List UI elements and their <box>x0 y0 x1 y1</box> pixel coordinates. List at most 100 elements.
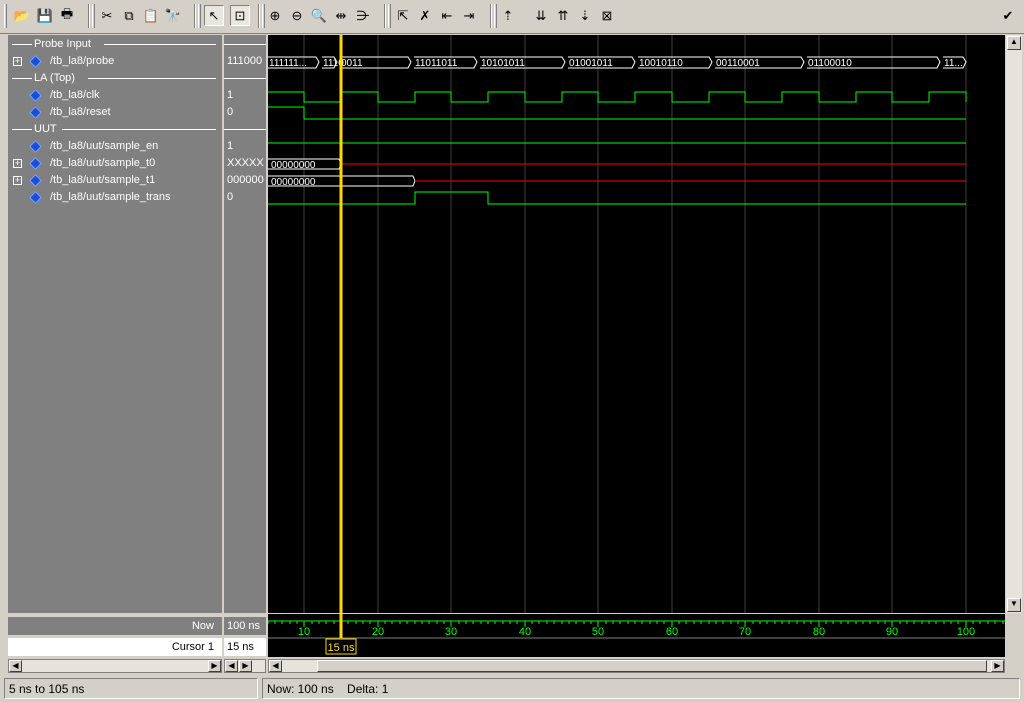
clear-icon[interactable]: ⊠ <box>597 5 617 26</box>
value-divider <box>224 70 266 87</box>
value-reset: 0 <box>227 106 234 118</box>
signal-row-sample-en[interactable]: /tb_la8/uut/sample_en <box>8 138 222 155</box>
toolbar: 📂 💾 🖶 ✂ ⧉ 📋 🔭 ↖ ⊡ ⊕ ⊖ 🔍 ⇹ ⋺ ⇱ ✗ ⇤ ⇥ ⇡ ⇊ ⇈ ⇣ ⊠ ✔ <box>0 0 1024 34</box>
signal-row-sample-trans[interactable]: /tb_la8/uut/sample_trans <box>8 189 222 206</box>
toolbar-separator <box>490 4 492 28</box>
signal-name: /tb_la8/uut/sample_t1 <box>50 174 156 186</box>
time-ruler-canvas[interactable]: 10 20 30 40 50 60 70 80 90 100 15 ns <box>267 614 1005 657</box>
cursor-label[interactable]: Cursor 1 <box>8 638 222 656</box>
ruler-tick-label: 60 <box>666 626 678 638</box>
waveform-canvas[interactable]: 111111... 11100011 11011011 10101011 0100101… <box>268 35 1005 613</box>
find-first-icon[interactable]: ⇡ <box>498 5 518 26</box>
status-delta: Delta: 1 <box>347 682 389 696</box>
zoom-in-icon[interactable]: ⊕ <box>265 5 285 26</box>
delete-cursor-icon[interactable]: ✗ <box>415 5 435 26</box>
toolbar-separator <box>384 4 386 28</box>
scroll-right-icon[interactable]: ▶ <box>991 660 1004 672</box>
signal-diamond-icon <box>29 174 42 187</box>
probe-bus-label: 10101011 <box>481 58 525 69</box>
scroll-left-icon[interactable]: ◀ <box>9 660 22 672</box>
scroll-right-icon[interactable]: ▶ <box>208 660 221 672</box>
reset-wave <box>268 106 966 120</box>
group-divider-la: LA (Top) <box>8 70 222 87</box>
value-clk: 1 <box>227 89 234 101</box>
expand-icon[interactable]: + <box>13 159 22 168</box>
ruler-tick-label: 50 <box>592 626 604 638</box>
signal-name: /tb_la8/clk <box>50 89 100 101</box>
status-range: 5 ns to 105 ns <box>4 678 258 699</box>
zoom-cursor-icon[interactable]: ⇹ <box>331 5 351 26</box>
value-sample-t1: 000000 <box>227 174 264 186</box>
dock-icon[interactable]: ✔ <box>998 5 1018 26</box>
scroll-thumb[interactable] <box>317 660 987 672</box>
ruler-tick-label: 80 <box>813 626 825 638</box>
toolbar-grip[interactable] <box>198 4 201 28</box>
name-pane-scrollbar[interactable]: ◀ ▶ <box>8 659 222 673</box>
scroll-left-icon[interactable]: ◀ <box>269 660 282 672</box>
signal-name-pane: Probe Input + /tb_la8/probe LA (Top) /tb… <box>8 35 222 613</box>
zoom-full-icon[interactable]: 🔍 <box>309 5 329 26</box>
signal-name: /tb_la8/uut/sample_en <box>50 140 159 152</box>
ruler-tick-label: 100 <box>957 626 975 638</box>
signal-diamond-icon <box>29 89 42 102</box>
ruler-tick-label: 70 <box>739 626 751 638</box>
wave-pane-scrollbar[interactable]: ◀ ▶ <box>268 659 1005 673</box>
signal-row-sample-t1[interactable]: + /tb_la8/uut/sample_t1 <box>8 172 222 189</box>
toolbar-grip[interactable] <box>494 4 497 28</box>
find-prev-icon[interactable]: ⇊ <box>531 5 551 26</box>
find-next-icon[interactable]: ⇈ <box>553 5 573 26</box>
ruler-tick-label: 20 <box>372 626 384 638</box>
probe-bus-label: 01100010 <box>808 58 852 69</box>
cut-icon[interactable]: ✂ <box>97 5 117 26</box>
now-label: Now <box>8 617 222 635</box>
status-now: Now: 100 ns <box>267 682 334 696</box>
previous-edge-icon[interactable]: ⇤ <box>437 5 457 26</box>
waveform-pane[interactable]: 111111... 1110 0011 11011011 10101011 0100101… <box>268 35 1005 613</box>
group-divider-probe: Probe Input <box>8 36 222 53</box>
group-label-uut: UUT <box>34 123 57 135</box>
vertical-scrollbar[interactable]: ▲ ▼ <box>1006 35 1022 613</box>
expand-icon[interactable]: + <box>13 57 22 66</box>
find-last-icon[interactable]: ⇣ <box>575 5 595 26</box>
print-icon[interactable]: 🖶 <box>57 5 77 26</box>
add-cursor-icon[interactable]: ⇱ <box>393 5 413 26</box>
find-icon[interactable]: 🔭 <box>163 5 183 26</box>
scroll-up-icon[interactable]: ▲ <box>1007 36 1021 50</box>
save-icon[interactable]: 💾 <box>35 5 55 26</box>
value-sample-t0: XXXXX <box>227 157 264 169</box>
copy-icon[interactable]: ⧉ <box>119 5 139 26</box>
toolbar-grip[interactable] <box>388 4 391 28</box>
expand-icon[interactable]: + <box>13 176 22 185</box>
signal-row-clk[interactable]: /tb_la8/clk <box>8 87 222 104</box>
signal-row-probe[interactable]: + /tb_la8/probe <box>8 53 222 70</box>
sample-t1-label: 00000000 <box>271 177 316 188</box>
scroll-down-icon[interactable]: ▼ <box>1007 598 1021 612</box>
ruler-tick-label: 40 <box>519 626 531 638</box>
scroll-right-icon[interactable]: ▶ <box>239 660 252 672</box>
zoom-out-icon[interactable]: ⊖ <box>287 5 307 26</box>
signal-diamond-icon <box>29 191 42 204</box>
signal-diamond-icon <box>29 140 42 153</box>
group-label-la: LA (Top) <box>34 72 75 84</box>
scroll-left-icon[interactable]: ◀ <box>225 660 238 672</box>
now-value: 100 ns <box>224 617 266 635</box>
group-label-probe: Probe Input <box>34 38 91 50</box>
ruler-tick-label: 30 <box>445 626 457 638</box>
time-ruler[interactable]: 10 20 30 40 50 60 70 80 90 100 15 ns <box>267 614 1005 657</box>
toolbar-separator <box>88 4 90 28</box>
zoom-range-icon[interactable]: ⋺ <box>353 5 373 26</box>
toolbar-grip[interactable] <box>4 4 7 28</box>
signal-name: /tb_la8/probe <box>50 55 115 67</box>
toolbar-grip[interactable] <box>92 4 95 28</box>
ruler-tick-label: 90 <box>886 626 898 638</box>
signal-row-reset[interactable]: /tb_la8/reset <box>8 104 222 121</box>
zoom-mode-icon[interactable]: ⊡ <box>230 5 250 26</box>
next-edge-icon[interactable]: ⇥ <box>459 5 479 26</box>
paste-icon[interactable]: 📋 <box>141 5 161 26</box>
open-icon[interactable]: 📂 <box>12 5 32 26</box>
select-mode-icon[interactable]: ↖ <box>204 5 224 26</box>
signal-row-sample-t0[interactable]: + /tb_la8/uut/sample_t0 <box>8 155 222 172</box>
toolbar-separator <box>258 4 260 28</box>
group-divider-uut: UUT <box>8 121 222 138</box>
value-pane-scrollbar[interactable]: ◀ ▶ <box>224 659 266 673</box>
